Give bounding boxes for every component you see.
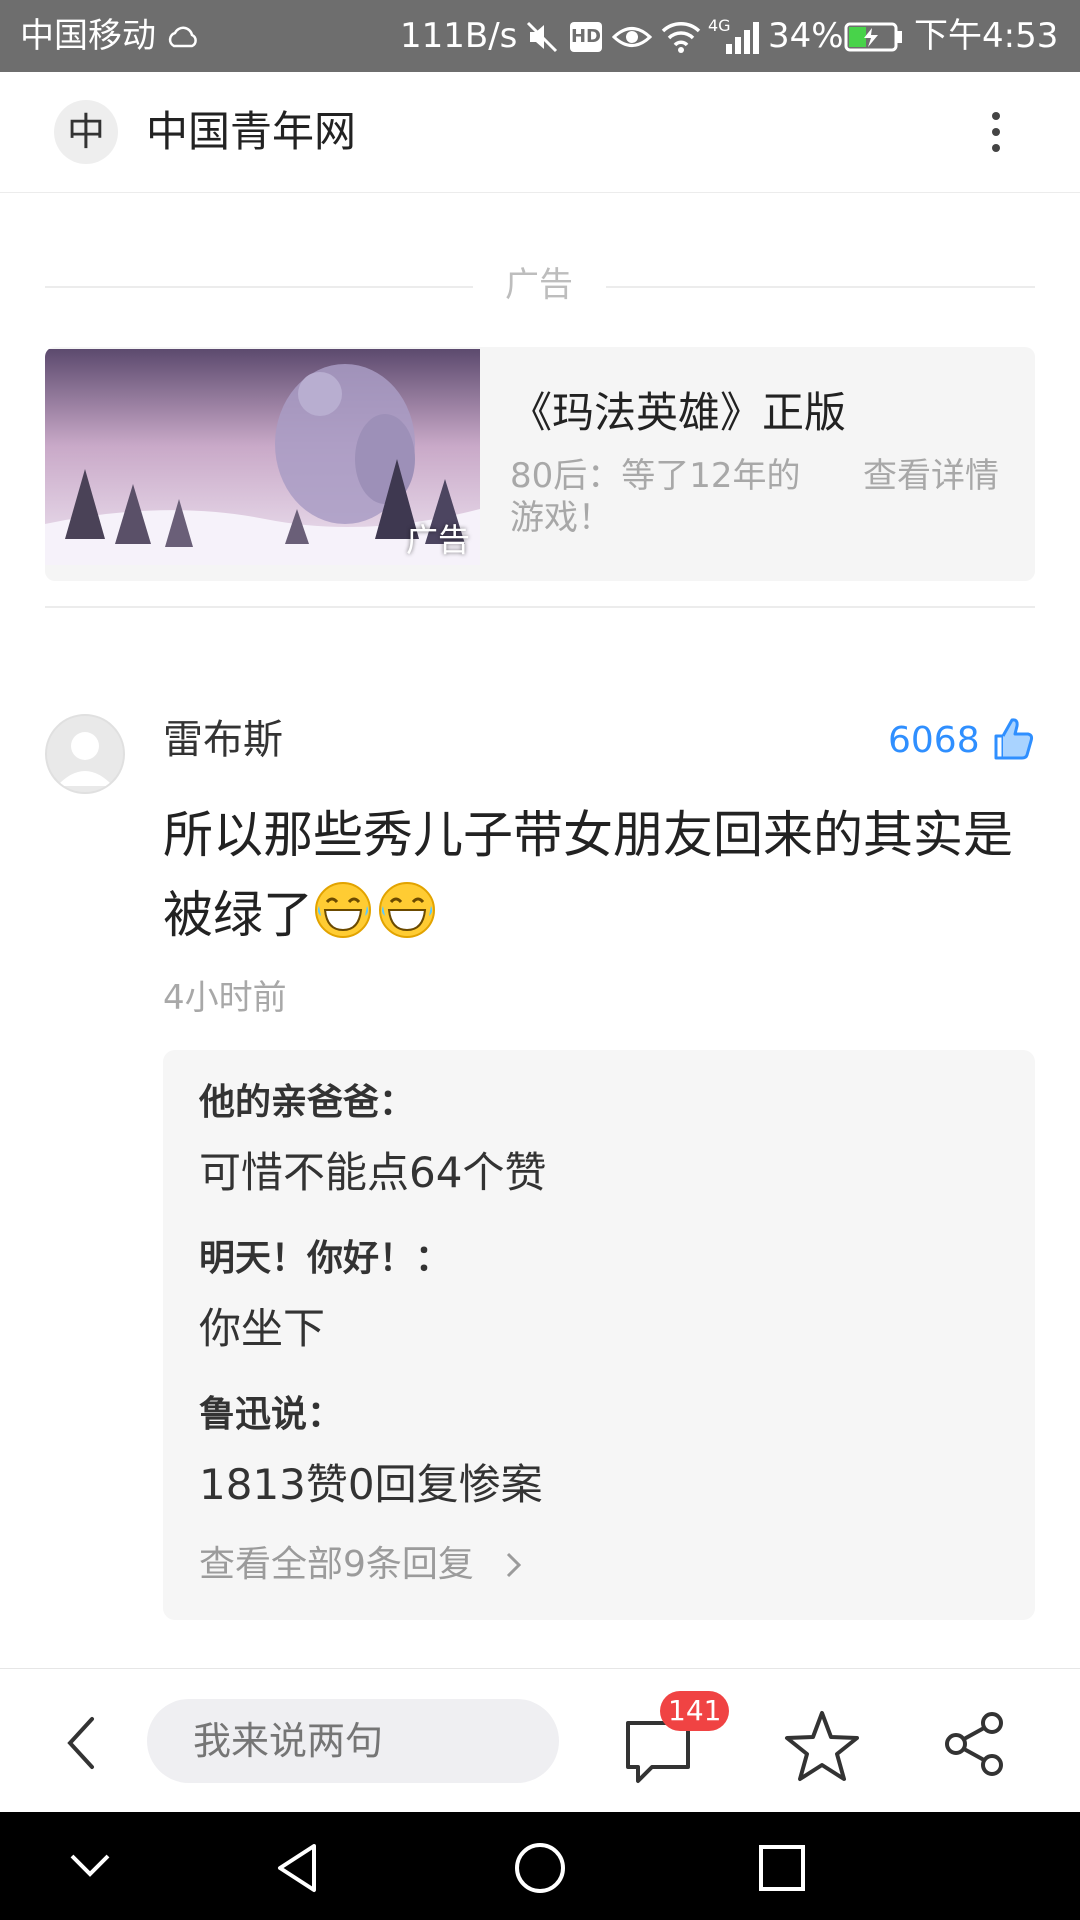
source-title[interactable]: 中国青年网	[146, 102, 356, 162]
weather-cloud-icon	[168, 26, 197, 48]
app-header: 中 中国青年网	[0, 72, 1080, 193]
system-nav-bar	[0, 1812, 1080, 1920]
reply-text: 可惜不能点64个赞	[199, 1148, 547, 1197]
reply-text: 1813赞0回复惨案	[199, 1460, 543, 1509]
ad-title[interactable]: 《玛法英雄》正版	[510, 385, 846, 441]
share-icon[interactable]	[940, 1709, 1010, 1779]
status-bar: 中国移动 111B/s HD 4G 34% 下午4:53	[0, 0, 1080, 72]
comment-timestamp: 4小时前	[163, 978, 287, 1018]
like-count[interactable]: 6068	[888, 716, 980, 766]
comment-body: 所以那些秀儿子带女朋友回来的其实是被绿了	[163, 806, 1013, 944]
wifi-icon	[661, 22, 701, 53]
signal-icon	[726, 22, 759, 54]
section-divider	[45, 606, 1035, 608]
ad-section-label: 广告	[505, 265, 573, 305]
view-all-replies-link[interactable]: 查看全部9条回复	[199, 1540, 525, 1590]
comment-username[interactable]: 雷布斯	[163, 712, 283, 768]
back-button[interactable]	[56, 1713, 108, 1773]
more-options-button[interactable]	[976, 108, 1016, 156]
ad-image: 广告	[45, 349, 480, 565]
ad-description: 80后：等了12年的游戏！	[510, 456, 801, 538]
comment-input[interactable]	[147, 1699, 559, 1783]
hd-badge: HD	[570, 22, 602, 52]
comment-text: 所以那些秀儿子带女朋友回来的其实是被绿了	[163, 795, 1043, 955]
user-avatar[interactable]	[45, 714, 125, 794]
nav-collapse-icon[interactable]	[66, 1848, 114, 1884]
reply-author[interactable]: 鲁迅说：	[199, 1390, 343, 1440]
more-dot-icon	[992, 128, 1000, 136]
nav-home-icon[interactable]	[512, 1840, 568, 1896]
nav-recents-icon[interactable]	[754, 1840, 810, 1896]
clock: 下午4:53	[914, 16, 1059, 56]
ad-image-tag: 广告	[405, 521, 470, 559]
reply-author[interactable]: 他的亲爸爸：	[199, 1078, 415, 1128]
carrier-label: 中国移动	[20, 16, 156, 56]
battery-charging-icon	[844, 22, 902, 52]
star-icon[interactable]	[782, 1709, 862, 1783]
ad-card[interactable]: 广告 《玛法英雄》正版 80后：等了12年的游戏！ 查看详情	[45, 347, 1035, 581]
mute-icon	[526, 21, 558, 53]
nav-back-icon[interactable]	[270, 1840, 326, 1896]
bottom-action-bar: 141	[0, 1668, 1080, 1813]
chevron-right-icon	[507, 1552, 522, 1578]
replies-box[interactable]: 他的亲爸爸： 可惜不能点64个赞 明天！你好！： 你坐下 鲁迅说： 1813赞0…	[163, 1050, 1035, 1620]
ad-divider-right	[606, 286, 1035, 288]
more-dot-icon	[992, 112, 1000, 120]
thumbs-up-icon[interactable]	[990, 716, 1036, 762]
default-user-icon	[57, 732, 113, 786]
view-all-replies-label: 查看全部9条回复	[199, 1544, 474, 1585]
reply-author[interactable]: 明天！你好！：	[199, 1234, 451, 1284]
ad-details-link[interactable]: 查看详情	[863, 455, 999, 497]
comment-count-badge: 141	[660, 1691, 730, 1731]
battery-percent: 34%	[768, 16, 844, 56]
laughing-tears-emoji	[379, 882, 435, 938]
source-avatar[interactable]: 中	[54, 100, 118, 164]
laughing-tears-emoji	[315, 882, 371, 938]
network-speed: 111B/s	[400, 16, 518, 56]
eye-comfort-icon	[612, 27, 652, 47]
more-dot-icon	[992, 144, 1000, 152]
reply-text: 你坐下	[199, 1304, 326, 1353]
ad-divider-left	[45, 286, 473, 288]
